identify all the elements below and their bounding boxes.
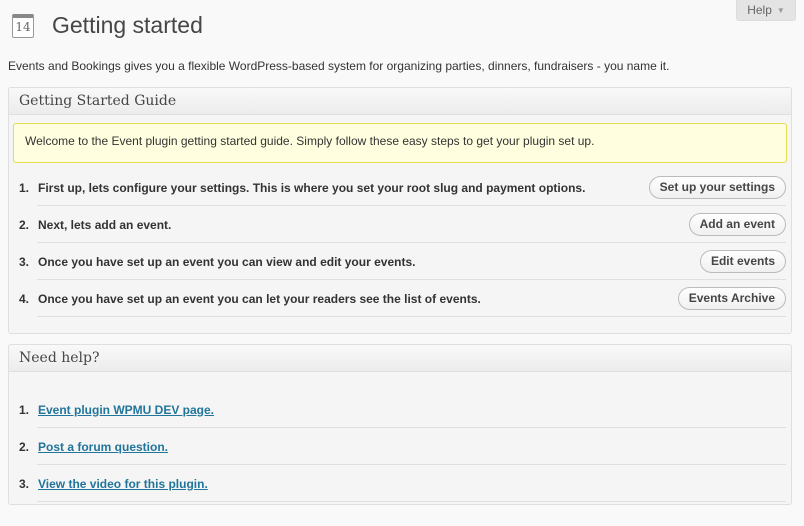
help-item: 3. View the video for this plugin.: [9, 465, 791, 502]
getting-started-guide-box: Getting Started Guide Welcome to the Eve…: [8, 87, 792, 334]
guide-step: 1. First up, lets configure your setting…: [9, 169, 791, 206]
item-number: 3.: [19, 476, 30, 491]
help-item: 2. Post a forum question.: [9, 428, 791, 465]
item-number: 1.: [19, 402, 30, 417]
item-number: 2.: [19, 439, 30, 454]
edit-events-button[interactable]: Edit events: [699, 250, 786, 273]
help-box-title: Need help?: [9, 345, 791, 372]
page-title: Getting started: [52, 12, 203, 38]
step-number: 3.: [19, 254, 30, 269]
step-text: Next, lets add an event.: [38, 217, 172, 232]
calendar-icon: 14: [12, 13, 34, 38]
wpmu-dev-page-link[interactable]: Event plugin WPMU DEV page.: [38, 403, 214, 417]
step-number: 1.: [19, 180, 30, 195]
intro-text: Events and Bookings gives you a flexible…: [8, 59, 670, 73]
guide-step: 2. Next, lets add an event. Add an event: [9, 206, 791, 243]
guide-step: 4. Once you have set up an event you can…: [9, 280, 791, 317]
step-number: 4.: [19, 291, 30, 306]
help-item: 1. Event plugin WPMU DEV page.: [9, 391, 791, 428]
page-header: 14 Getting started: [12, 12, 203, 39]
events-archive-button[interactable]: Events Archive: [677, 287, 786, 310]
add-event-button[interactable]: Add an event: [688, 213, 786, 236]
help-tab-label: Help: [747, 3, 772, 17]
help-tab-button[interactable]: Help ▼: [736, 0, 796, 21]
welcome-notice: Welcome to the Event plugin getting star…: [13, 123, 787, 163]
set-up-settings-button[interactable]: Set up your settings: [648, 176, 786, 199]
guide-step: 3. Once you have set up an event you can…: [9, 243, 791, 280]
plugin-video-link[interactable]: View the video for this plugin.: [38, 477, 208, 491]
guide-box-title: Getting Started Guide: [9, 88, 791, 115]
step-number: 2.: [19, 217, 30, 232]
forum-question-link[interactable]: Post a forum question.: [38, 440, 168, 454]
divider: [37, 501, 786, 502]
chevron-down-icon: ▼: [776, 5, 785, 15]
divider: [37, 316, 786, 317]
step-text: Once you have set up an event you can vi…: [38, 254, 416, 269]
need-help-box: Need help? 1. Event plugin WPMU DEV page…: [8, 344, 792, 505]
